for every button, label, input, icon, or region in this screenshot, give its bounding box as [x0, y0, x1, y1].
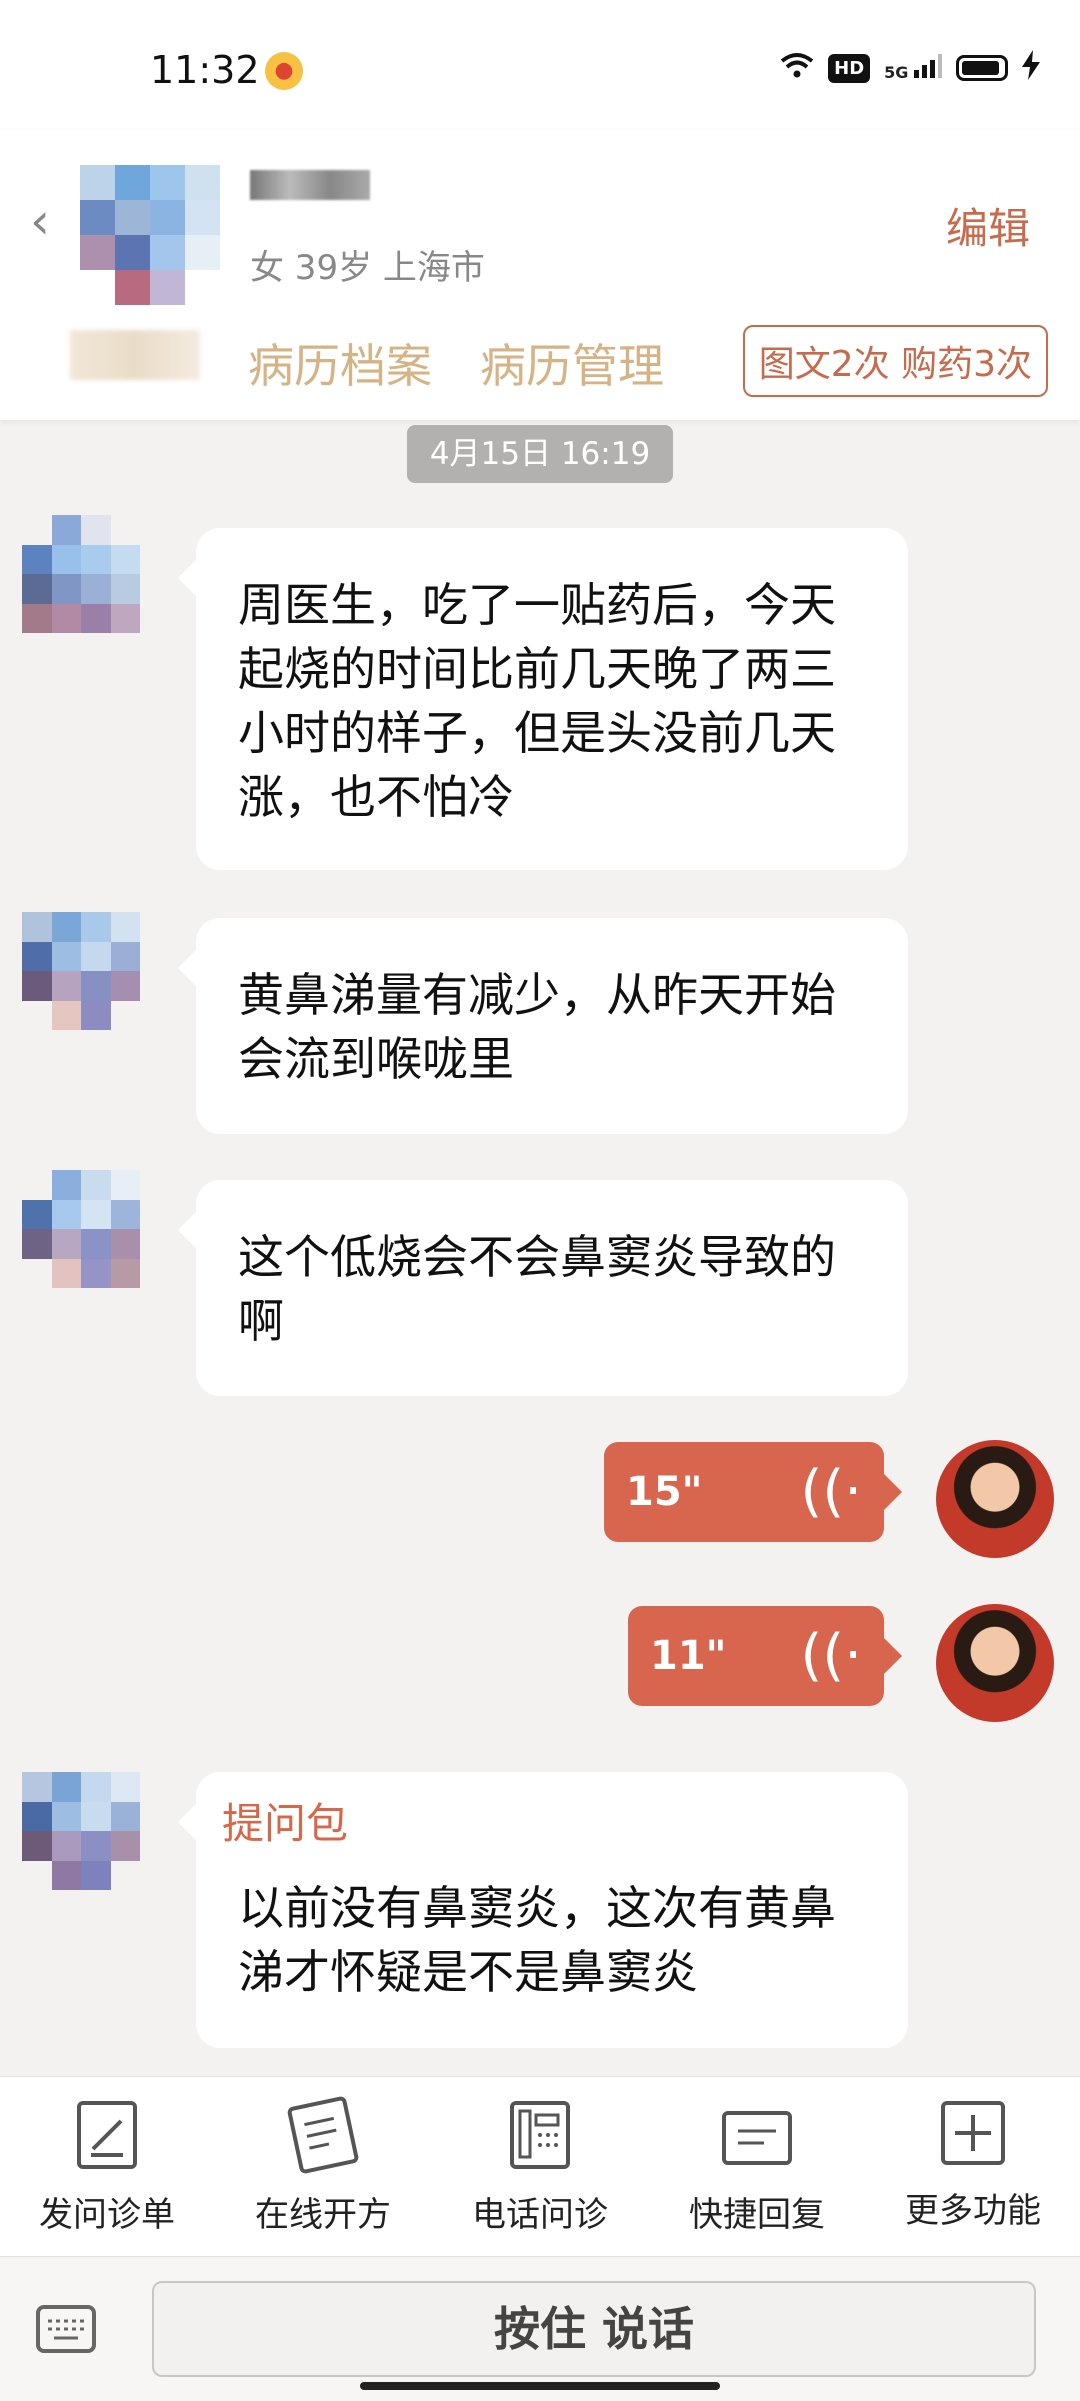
online-prescription-button[interactable]: 在线开方	[233, 2095, 413, 2236]
voice-duration: 15"	[626, 1469, 703, 1515]
voice-wave-icon: ((·	[800, 1459, 863, 1524]
prescription-icon	[286, 2095, 360, 2175]
consult-count-badge[interactable]: 图文2次 购药3次	[742, 325, 1048, 397]
quick-reply-icon	[722, 2111, 792, 2165]
tool-label: 更多功能	[905, 2191, 1041, 2231]
tool-label: 电话问诊	[472, 2195, 608, 2235]
doctor-avatar[interactable]	[936, 1440, 1054, 1558]
quick-reply-button[interactable]: 快捷回复	[667, 2101, 847, 2236]
tool-label: 快捷回复	[689, 2195, 825, 2235]
message-text: 这个低烧会不会鼻窦炎导致的啊	[238, 1230, 836, 1348]
hold-to-talk-button[interactable]: 按住 说话	[152, 2281, 1036, 2377]
patient-avatar[interactable]	[22, 1772, 140, 1890]
question-pack-bubble[interactable]: 提问包 以前没有鼻窦炎，这次有黄鼻涕才怀疑是不是鼻窦炎	[178, 1772, 908, 2048]
form-icon	[77, 2101, 137, 2169]
plus-icon	[941, 2101, 1005, 2165]
action-toolbar: 发问诊单 在线开方 电话问诊 快捷回复 更多功能	[0, 2076, 1080, 2257]
patient-avatar[interactable]	[22, 1170, 140, 1288]
message-bubble[interactable]: 黄鼻涕量有减少，从昨天开始会流到喉咙里	[178, 918, 908, 1134]
tool-label: 发问诊单	[39, 2195, 175, 2235]
patient-name-blurred	[250, 170, 370, 200]
header-tabs: 病历档案 病历管理	[70, 330, 664, 396]
chat-header: ‹ 女 39岁 上海市 编辑 病历档案 病历管理 图文2次 购药3次	[0, 130, 1080, 420]
doctor-avatar[interactable]	[936, 1604, 1054, 1722]
battery-icon	[956, 55, 1008, 81]
voice-message[interactable]: 11" ((·	[628, 1606, 902, 1706]
message-text: 周医生，吃了一贴药后，今天起烧的时间比前几天晚了两三小时的样子，但是头没前几天涨…	[238, 578, 836, 824]
more-functions-button[interactable]: 更多功能	[883, 2101, 1063, 2232]
message-bubble[interactable]: 周医生，吃了一贴药后，今天起烧的时间比前几天晚了两三小时的样子，但是头没前几天涨…	[178, 528, 908, 870]
back-icon[interactable]: ‹	[30, 192, 50, 250]
question-pack-title: 提问包	[222, 1799, 349, 1848]
patient-info: 女 39岁 上海市	[250, 248, 485, 288]
keyboard-icon[interactable]	[36, 2305, 96, 2353]
tab-blurred[interactable]	[70, 330, 200, 380]
send-form-button[interactable]: 发问诊单	[17, 2101, 197, 2236]
network-type: 5G	[884, 63, 909, 82]
voice-message[interactable]: 15" ((·	[604, 1442, 902, 1542]
tab-medical-file[interactable]: 病历档案	[248, 330, 432, 396]
voice-wave-icon: ((·	[800, 1623, 863, 1688]
patient-avatar[interactable]	[80, 165, 220, 305]
tool-label: 在线开方	[255, 2195, 391, 2235]
hd-badge: HD	[828, 53, 871, 83]
phone-icon	[510, 2101, 570, 2169]
message-text: 以前没有鼻窦炎，这次有黄鼻涕才怀疑是不是鼻窦炎	[238, 1881, 836, 1999]
signal-icon: 5G	[884, 54, 942, 82]
charging-icon	[1022, 50, 1040, 86]
status-icons: HD 5G	[780, 50, 1040, 86]
tab-medical-management[interactable]: 病历管理	[480, 330, 664, 396]
home-indicator[interactable]	[360, 2382, 720, 2390]
wifi-icon	[780, 51, 814, 85]
status-bar: 11:32 ● HD 5G	[0, 0, 1080, 130]
message-timestamp: 4月15日 16:19	[407, 425, 673, 483]
voice-duration: 11"	[650, 1633, 727, 1679]
status-time: 11:32	[150, 48, 260, 92]
message-text: 黄鼻涕量有减少，从昨天开始会流到喉咙里	[238, 968, 836, 1086]
patient-avatar[interactable]	[22, 515, 140, 633]
patient-avatar[interactable]	[22, 912, 140, 1030]
weibo-icon: ●	[265, 52, 303, 90]
edit-button[interactable]: 编辑	[946, 195, 1030, 256]
phone-consult-button[interactable]: 电话问诊	[450, 2101, 630, 2236]
input-bar: 按住 说话	[0, 2256, 1080, 2401]
message-bubble[interactable]: 这个低烧会不会鼻窦炎导致的啊	[178, 1180, 908, 1396]
